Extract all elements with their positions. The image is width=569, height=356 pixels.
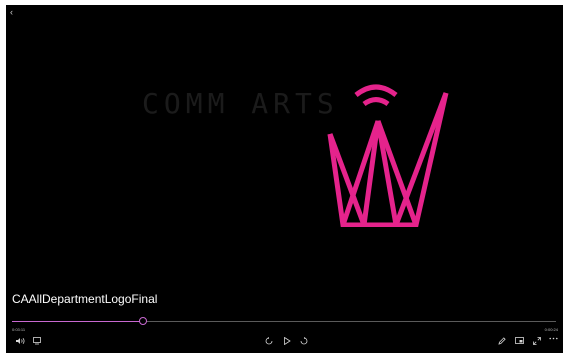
fullscreen-icon [533,337,541,345]
edit-icon [498,337,506,345]
more-icon [548,337,558,340]
elapsed-time: 0:03:11 [12,327,26,332]
skip-back-button[interactable] [263,335,275,347]
edit-button[interactable] [496,335,508,347]
volume-icon [15,337,24,345]
play-button[interactable] [281,335,293,347]
volume-button[interactable] [14,335,26,347]
seek-bar-thumb[interactable] [138,317,147,325]
skip-back-icon [265,337,273,345]
total-time: 0:00:24 [544,327,558,332]
mini-view-button[interactable] [513,335,525,347]
more-options-button[interactable] [547,335,559,347]
play-icon [284,337,291,345]
subtitles-icon [33,337,41,345]
back-arrow-icon[interactable]: ‹ [10,7,20,17]
media-player-window: ‹ COMM ARTS CAAllDepartmentLogoFinal 0:0… [6,5,563,353]
mini-view-icon [514,337,524,344]
seek-bar[interactable] [12,317,556,325]
subtitles-button[interactable] [31,335,43,347]
fullscreen-button[interactable] [531,335,543,347]
skip-forward-icon [300,337,308,345]
watermark-text: COMM ARTS [142,87,339,120]
seek-bar-progress [12,321,143,322]
comm-arts-crown-logo [327,84,449,227]
media-title: CAAllDepartmentLogoFinal [12,292,158,306]
skip-forward-button[interactable] [298,335,310,347]
